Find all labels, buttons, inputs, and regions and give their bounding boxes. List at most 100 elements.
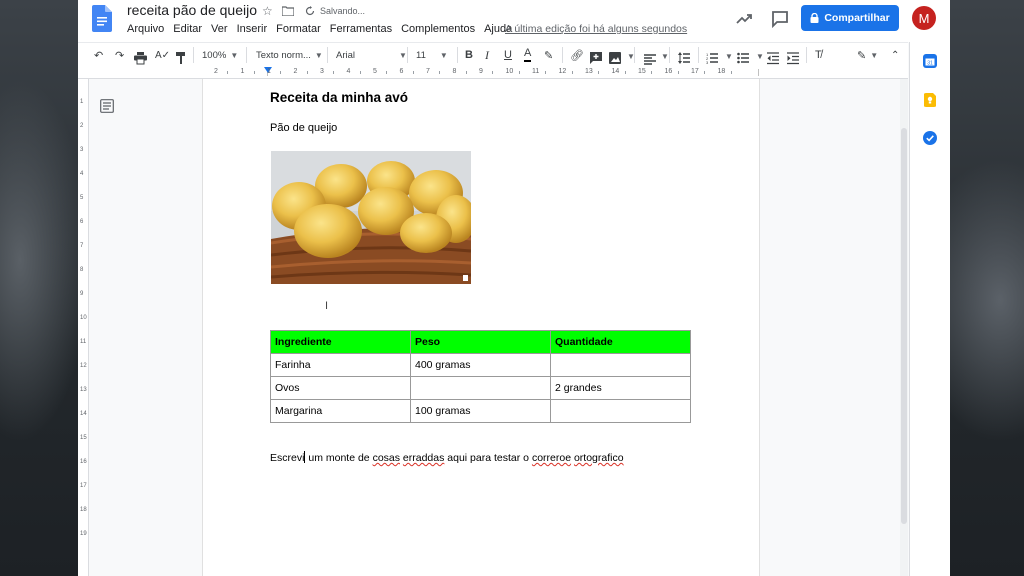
- star-icon[interactable]: ☆: [262, 4, 273, 18]
- line-spacing-icon[interactable]: [678, 49, 690, 67]
- indent-decrease-icon[interactable]: [767, 49, 779, 67]
- toolbar-separator: [457, 47, 458, 63]
- bulleted-list-icon[interactable]: [737, 49, 749, 67]
- font-select[interactable]: Arial ▼: [336, 46, 407, 64]
- chevron-down-icon[interactable]: ▼: [756, 52, 764, 61]
- table-header-cell[interactable]: Quantidade: [550, 330, 691, 354]
- align-icon[interactable]: [644, 50, 656, 68]
- table-header-cell[interactable]: Ingrediente: [270, 330, 411, 354]
- ruler-tick: [253, 71, 255, 74]
- style-select[interactable]: Texto norm... ▼: [256, 46, 323, 64]
- tasks-icon[interactable]: [923, 131, 937, 145]
- indent-increase-icon[interactable]: [787, 49, 799, 67]
- zoom-select[interactable]: 100% ▼: [202, 46, 238, 64]
- avatar[interactable]: M: [912, 6, 936, 30]
- chevron-down-icon[interactable]: ▼: [725, 52, 733, 61]
- table-cell[interactable]: Margarina: [270, 399, 411, 423]
- undo-icon[interactable]: ↶: [94, 46, 103, 64]
- table-cell[interactable]: Ovos: [270, 376, 411, 400]
- test-paragraph[interactable]: Escrevi um monte de cosas erraddas aqui …: [270, 451, 624, 464]
- table-cell[interactable]: 100 gramas: [410, 399, 551, 423]
- print-icon[interactable]: [134, 49, 147, 67]
- font-size-select[interactable]: 11 ▼: [416, 46, 448, 64]
- vruler-number: 18: [80, 507, 87, 513]
- document-subheading[interactable]: Pão de queijo: [270, 122, 337, 134]
- italic-icon[interactable]: I: [485, 46, 489, 64]
- vruler-number: 4: [80, 171, 84, 177]
- misspelled-word[interactable]: ortografico: [574, 452, 624, 464]
- sync-icon: [305, 6, 315, 16]
- link-icon[interactable]: 🔗︎: [570, 46, 584, 64]
- menu-inserir[interactable]: Inserir: [237, 23, 268, 35]
- menu-ver[interactable]: Ver: [211, 23, 228, 35]
- chat-icon[interactable]: [770, 9, 790, 29]
- ruler-number: 11: [532, 68, 540, 75]
- paint-format-icon[interactable]: [176, 49, 186, 67]
- table-cell[interactable]: [550, 353, 691, 377]
- text-color-icon[interactable]: A: [524, 46, 532, 62]
- ruler-number: 12: [558, 68, 567, 75]
- comment-icon[interactable]: [590, 49, 602, 67]
- title-bar: receita pão de queijo ☆ Salvando... Arqu…: [78, 0, 950, 42]
- collapse-icon[interactable]: ⌃: [891, 46, 899, 64]
- table-cell[interactable]: [410, 376, 551, 400]
- misspelled-word[interactable]: erraddas: [403, 452, 444, 464]
- document-page[interactable]: Receita da minha avó Pão de queijo I Ing…: [202, 79, 760, 576]
- ruler-tick: [651, 71, 652, 74]
- pencil-icon[interactable]: ✎ ▼: [857, 46, 878, 64]
- toolbar-separator: [806, 47, 807, 63]
- spellcheck-icon[interactable]: A✓: [155, 46, 170, 64]
- menu-editar[interactable]: Editar: [173, 23, 202, 35]
- table-row: Ovos 2 grandes: [270, 376, 691, 400]
- ruler-number: 2: [214, 68, 218, 75]
- menu-formatar[interactable]: Formatar: [276, 23, 321, 35]
- vruler-number: 12: [80, 363, 87, 369]
- misspelled-word[interactable]: correroe: [532, 452, 571, 464]
- keep-icon[interactable]: [923, 93, 937, 107]
- table-cell[interactable]: Farinha: [270, 353, 411, 377]
- highlight-icon[interactable]: ✎: [544, 46, 553, 64]
- scrollbar-thumb[interactable]: [901, 128, 907, 524]
- folder-icon[interactable]: [282, 6, 294, 16]
- vruler-number: 5: [80, 195, 84, 201]
- calendar-icon[interactable]: 31: [923, 54, 937, 68]
- bold-icon[interactable]: B: [465, 46, 473, 64]
- document-title[interactable]: receita pão de queijo: [127, 2, 257, 18]
- chevron-down-icon: ▼: [399, 50, 407, 60]
- pao-de-queijo-photo[interactable]: [271, 151, 471, 284]
- vruler-number: 17: [80, 483, 87, 489]
- table-header-cell[interactable]: Peso: [410, 330, 551, 354]
- chevron-down-icon[interactable]: ▼: [661, 52, 669, 61]
- menu-ferramentas[interactable]: Ferramentas: [330, 23, 392, 35]
- clear-format-icon[interactable]: T̸: [815, 46, 822, 64]
- docs-logo-icon[interactable]: [92, 5, 112, 32]
- toolbar-separator: [327, 47, 328, 63]
- table-cell[interactable]: 2 grandes: [550, 376, 691, 400]
- ruler-tick: [704, 71, 705, 74]
- ruler-tick: [545, 71, 546, 74]
- underline-icon[interactable]: U: [504, 46, 512, 64]
- misspelled-word[interactable]: cosas: [373, 452, 400, 464]
- text-cursor-icon: I: [325, 300, 329, 312]
- menu-complementos[interactable]: Complementos: [401, 23, 475, 35]
- table-cell[interactable]: [550, 399, 691, 423]
- ruler-tick: [677, 71, 679, 74]
- numbered-list-icon[interactable]: 123: [706, 49, 718, 67]
- menu-arquivo[interactable]: Arquivo: [127, 23, 164, 35]
- ruler-number: 7: [426, 68, 430, 75]
- toolbar-separator: [407, 47, 408, 63]
- last-edit-link[interactable]: A última edição foi há alguns segundos: [505, 23, 687, 35]
- style-value: Texto norm...: [256, 49, 311, 61]
- paragraph-text: Escrevi: [270, 452, 305, 464]
- share-button[interactable]: Compartilhar: [801, 5, 899, 31]
- trend-icon[interactable]: [734, 9, 754, 29]
- image-icon[interactable]: [609, 49, 621, 67]
- table-row: Farinha 400 gramas: [270, 353, 691, 377]
- vruler-number: 11: [80, 339, 87, 345]
- outline-icon[interactable]: [100, 99, 114, 113]
- redo-icon[interactable]: ↷: [115, 46, 124, 64]
- document-heading[interactable]: Receita da minha avó: [270, 90, 408, 105]
- table-cell[interactable]: 400 gramas: [410, 353, 551, 377]
- ingredients-table[interactable]: Ingrediente Peso Quantidade Farinha 400 …: [270, 330, 691, 423]
- ruler-tick: [359, 71, 361, 74]
